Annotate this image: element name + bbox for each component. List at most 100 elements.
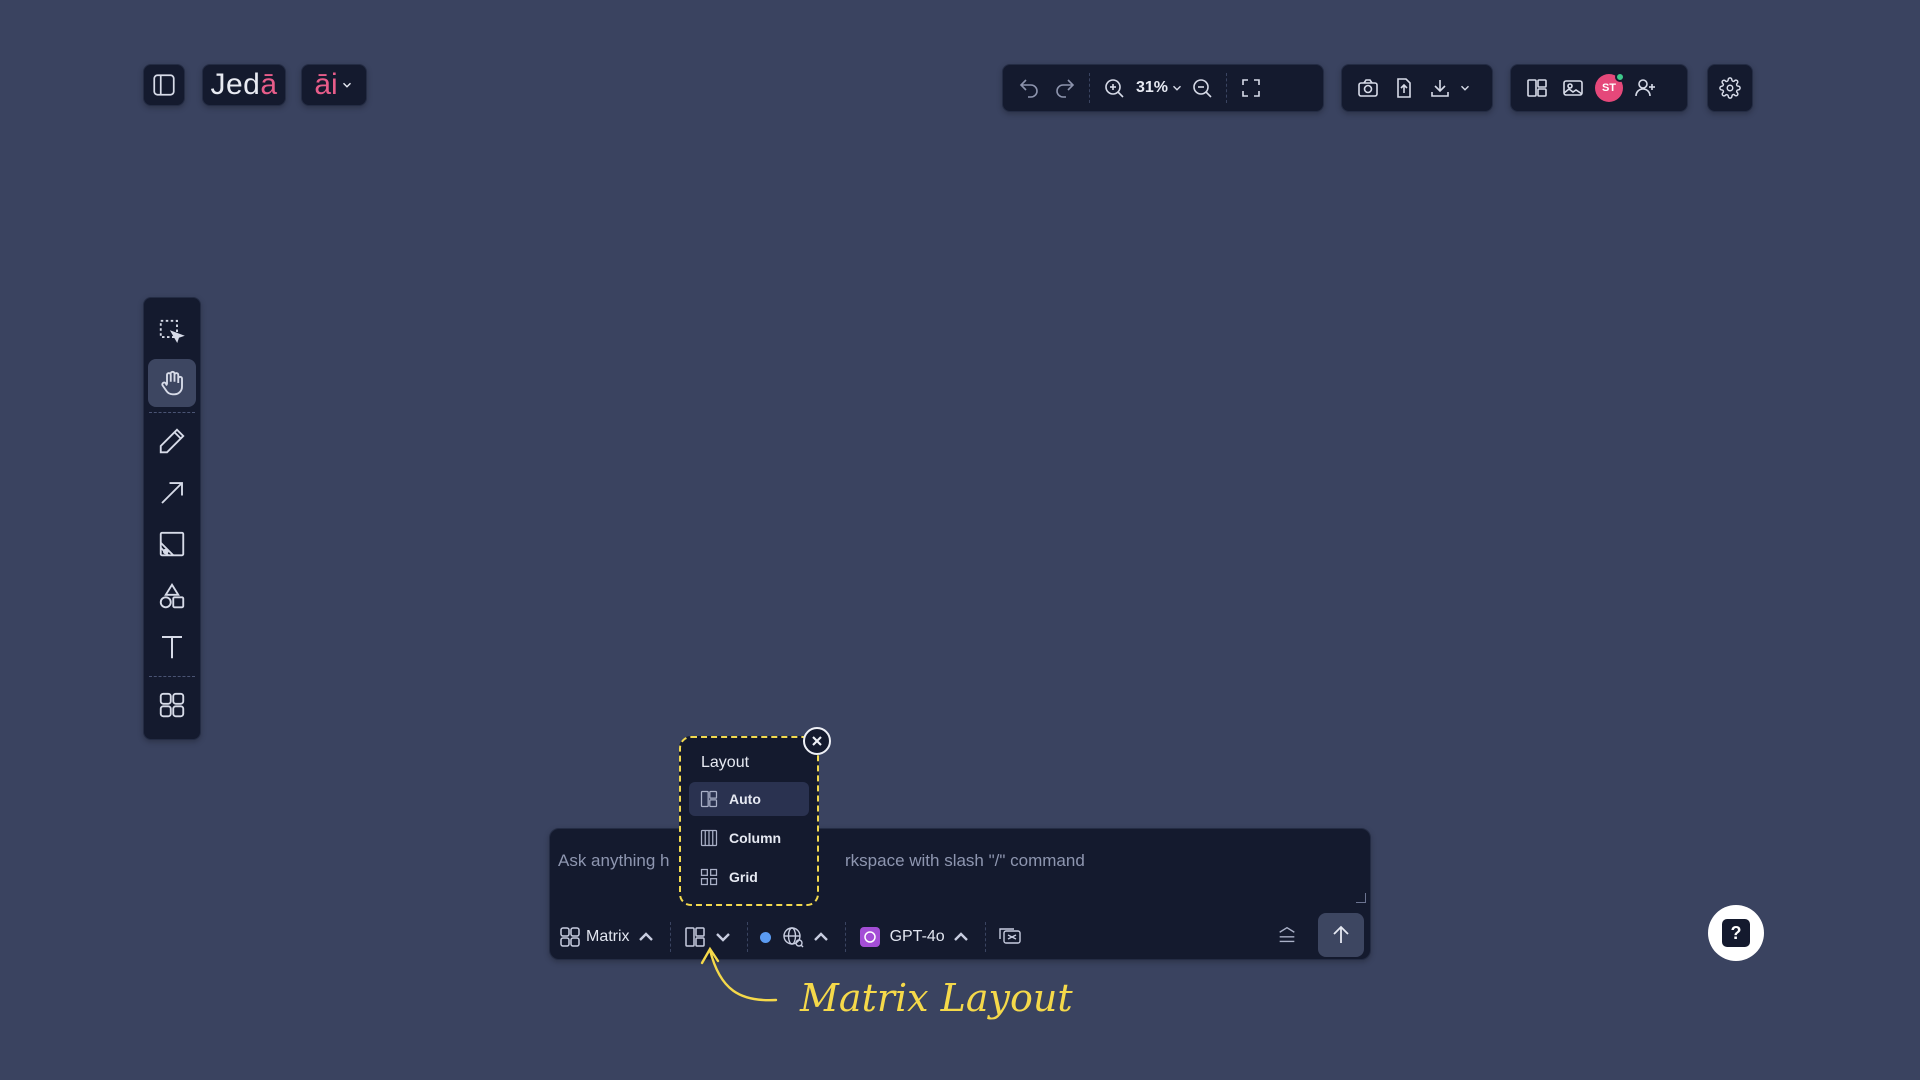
layout-option-label: Column [729,830,782,846]
layout-auto-icon [700,790,718,808]
hand-tool[interactable] [148,359,196,407]
file-toolbar [1341,64,1493,112]
image-tool[interactable] [148,521,196,568]
file-upload-icon [1397,78,1411,98]
layout-option-grid[interactable]: Grid [689,860,809,894]
divider [149,675,195,677]
image-icon [159,532,185,557]
arrow-icon [161,481,183,504]
layout-column-icon [700,829,718,847]
shapes-icon [159,582,185,608]
divider [149,411,195,413]
chevron-down-icon [1173,85,1182,91]
close-icon [812,736,822,746]
layout-option-label: Grid [729,869,758,885]
pencil-icon [159,428,185,454]
logo-text: Jed [210,68,261,101]
zoom-out-icon [1193,79,1212,98]
pen-tool[interactable] [148,418,196,465]
redo-button[interactable] [1047,70,1083,106]
chat-history-button[interactable] [998,925,1022,949]
download-menu[interactable] [1422,70,1472,106]
upload-button[interactable] [1386,70,1422,106]
download-icon [1431,80,1449,97]
invite-user-button[interactable] [1627,70,1663,106]
fit-screen-button[interactable] [1233,70,1269,106]
marquee-select-icon [159,319,185,343]
zoom-value: 31% [1136,79,1169,96]
chevron-up-icon [638,932,653,941]
resize-handle[interactable] [1356,893,1366,903]
zoom-out-button[interactable] [1184,70,1220,106]
text-tool[interactable] [148,623,196,670]
avatar-initials: ST [1601,82,1617,94]
zoom-in-icon [1105,79,1124,98]
model-label: GPT-4o [889,928,945,945]
presentation-button[interactable] [1555,70,1591,106]
view-toolbar: 31% [1002,64,1324,112]
stack-icon [1279,926,1295,943]
annotation-arrow [700,946,778,1002]
prompt-bar: Ask anything h rkspace with slash "/" co… [549,828,1371,960]
divider [1226,73,1228,103]
status-dot [759,931,771,943]
mode-selector[interactable]: Matrix [558,925,658,949]
layout-option-label: Auto [729,791,761,807]
ai-label: āi [314,68,338,101]
avatar[interactable]: ST [1595,72,1625,102]
send-button[interactable] [1318,913,1364,957]
shapes-tool[interactable] [148,572,196,619]
grid-icon [159,693,185,718]
undo-button[interactable] [1011,70,1047,106]
matrix-icon [560,927,580,947]
screenshot-button[interactable] [1350,70,1386,106]
chevron-down-icon [342,82,351,88]
arrow-tool[interactable] [148,469,196,516]
chat-bubbles-icon [999,928,1021,944]
zoom-select[interactable]: 31% [1132,79,1184,97]
help-button[interactable]: ? [1708,905,1764,961]
fullscreen-icon [1242,79,1260,97]
layout-dropdown: Layout Auto Column Grid [679,736,819,906]
redo-icon [1056,79,1075,98]
collapse-button[interactable] [1272,919,1302,951]
help-icon: ? [1722,919,1750,947]
sidebar-icon [153,74,175,96]
layout-menu-title: Layout [701,754,750,771]
layout-option-column[interactable]: Column [689,821,809,855]
annotation-label: Matrix Layout [800,976,1073,1020]
settings-button[interactable] [1707,64,1753,112]
panel-layout-button[interactable] [1519,70,1555,106]
divider [1089,73,1090,103]
divider [669,922,671,952]
prompt-input[interactable]: Ask anything h rkspace with slash "/" co… [558,839,1358,899]
logo-accent: ā [260,68,278,101]
prompt-placeholder-right: rkspace with slash "/" command [845,851,1085,870]
close-popup-button[interactable] [803,727,831,755]
online-status-dot [1615,72,1625,82]
download-button[interactable] [1422,70,1458,106]
zoom-in-button[interactable] [1096,70,1132,106]
undo-icon [1019,79,1038,98]
layout-grid-icon [700,868,718,886]
ai-menu-button[interactable]: āi [301,64,367,106]
chevron-up-icon [953,932,968,941]
select-tool[interactable] [148,308,196,355]
model-selector[interactable]: GPT-4o [858,925,973,949]
divider [984,922,986,952]
camera-icon [1358,79,1378,97]
app-logo[interactable]: Jed ā [202,64,286,106]
prompt-controls: Matrix GPT-4o [558,919,1366,955]
divider [844,922,846,952]
arrow-up-icon [1333,925,1349,943]
collab-toolbar: ST [1510,64,1688,112]
widgets-tool[interactable] [148,682,196,729]
hand-icon [161,370,183,396]
sidebar-toggle-button[interactable] [143,64,185,106]
layout-option-auto[interactable]: Auto [689,782,809,816]
chevron-up-icon [813,932,828,941]
image-gallery-icon [1563,80,1583,96]
chevron-down-icon [1461,85,1469,91]
drawing-toolbar [143,297,201,740]
gear-icon [1719,77,1741,99]
